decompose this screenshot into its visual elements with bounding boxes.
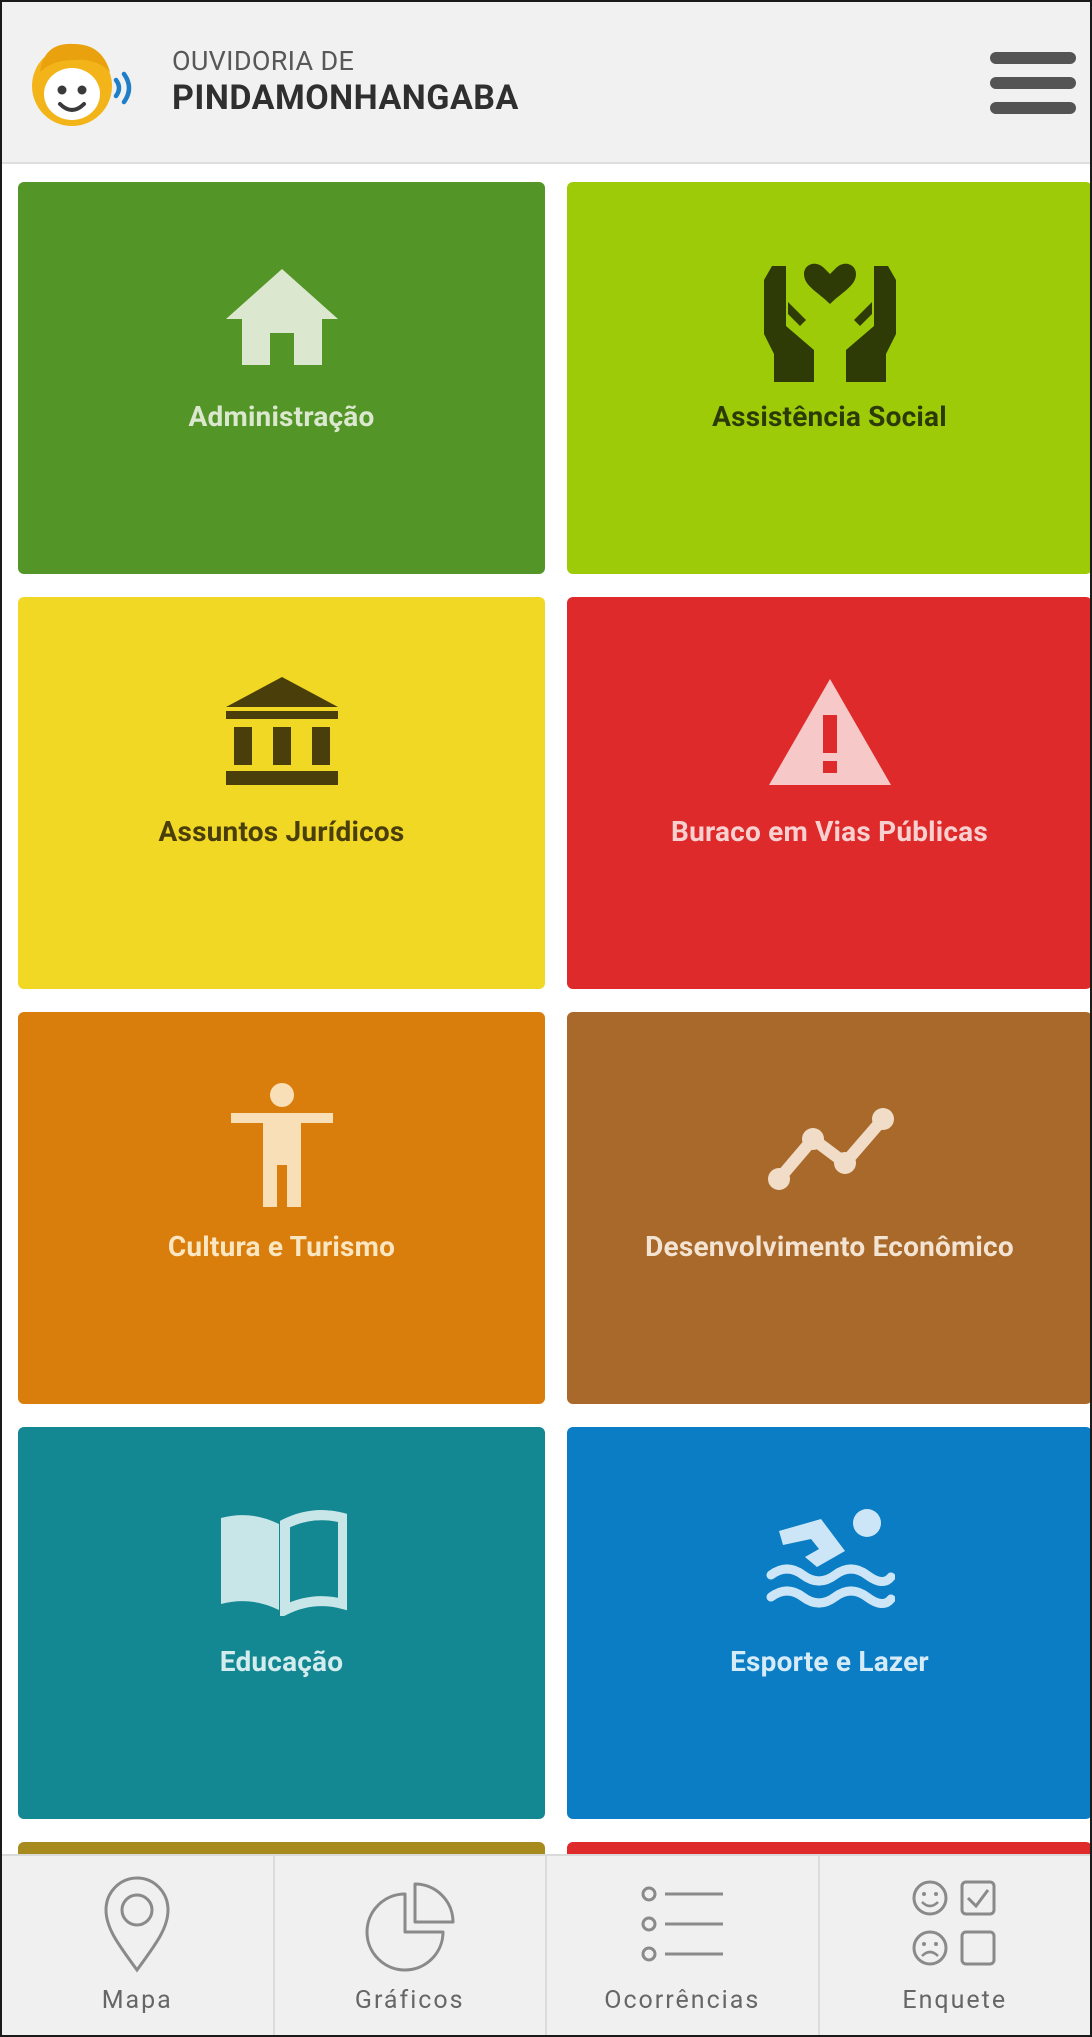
- tile-label: Assistência Social: [712, 400, 947, 433]
- tile-assistencia-social[interactable]: Assistência Social: [567, 182, 1090, 574]
- tile-label: Educação: [219, 1645, 344, 1678]
- trend-line-icon: [755, 1076, 905, 1216]
- tile-cultura-turismo[interactable]: Cultura e Turismo: [18, 1012, 545, 1404]
- app-title: OUVIDORIA DE PINDAMONHANGABA: [172, 46, 519, 118]
- tile-label: Administração: [188, 400, 375, 433]
- tile-label: Assuntos Jurídicos: [158, 815, 405, 848]
- hands-heart-icon: [755, 246, 905, 386]
- nav-label: Ocorrências: [604, 1986, 761, 2015]
- tile-educacao[interactable]: Educação: [18, 1427, 545, 1819]
- map-pin-icon: [82, 1870, 192, 1980]
- tile-label: Buraco em Vias Públicas: [671, 815, 988, 848]
- nav-item-enquete[interactable]: Enquete: [820, 1856, 1091, 2035]
- nav-item-mapa[interactable]: Mapa: [2, 1856, 275, 2035]
- house-icon: [207, 246, 357, 386]
- tile-label: Desenvolvimento Econômico: [645, 1230, 1014, 1263]
- courthouse-icon: [207, 661, 357, 801]
- app-frame: OUVIDORIA DE PINDAMONHANGABA Administraç…: [0, 0, 1092, 2037]
- nav-item-ocorrencias[interactable]: Ocorrências: [547, 1856, 820, 2035]
- survey-faces-icon: [900, 1870, 1010, 1980]
- nav-label: Gráficos: [354, 1986, 465, 2015]
- tile-esporte-lazer[interactable]: Esporte e Lazer: [567, 1427, 1090, 1819]
- app-name: PINDAMONHANGABA: [172, 78, 519, 118]
- child-face-broadcast-icon: [30, 36, 142, 132]
- nav-label: Enquete: [902, 1986, 1008, 2015]
- app-subtitle: OUVIDORIA DE: [172, 45, 355, 77]
- bottom-navigation: Mapa Gráficos Ocorrências Enquete: [2, 1854, 1091, 2035]
- warning-triangle-icon: [755, 661, 905, 801]
- pie-chart-icon: [355, 1870, 465, 1980]
- nav-item-graficos[interactable]: Gráficos: [275, 1856, 547, 2035]
- open-book-icon: [207, 1491, 357, 1631]
- swimmer-icon: [755, 1491, 905, 1631]
- nav-label: Mapa: [101, 1986, 173, 2015]
- person-arms-out-icon: [207, 1076, 357, 1216]
- tile-label: Esporte e Lazer: [730, 1645, 929, 1678]
- tile-assuntos-juridicos[interactable]: Assuntos Jurídicos: [18, 597, 545, 989]
- list-icon: [627, 1870, 737, 1980]
- tile-label: Cultura e Turismo: [167, 1230, 396, 1263]
- tile-administracao[interactable]: Administração: [18, 182, 545, 574]
- tile-desenvolvimento-economico[interactable]: Desenvolvimento Econômico: [567, 1012, 1090, 1404]
- hamburger-menu-icon[interactable]: [990, 52, 1076, 114]
- app-header: OUVIDORIA DE PINDAMONHANGABA: [2, 2, 1090, 164]
- tile-buraco-vias-publicas[interactable]: Buraco em Vias Públicas: [567, 597, 1090, 989]
